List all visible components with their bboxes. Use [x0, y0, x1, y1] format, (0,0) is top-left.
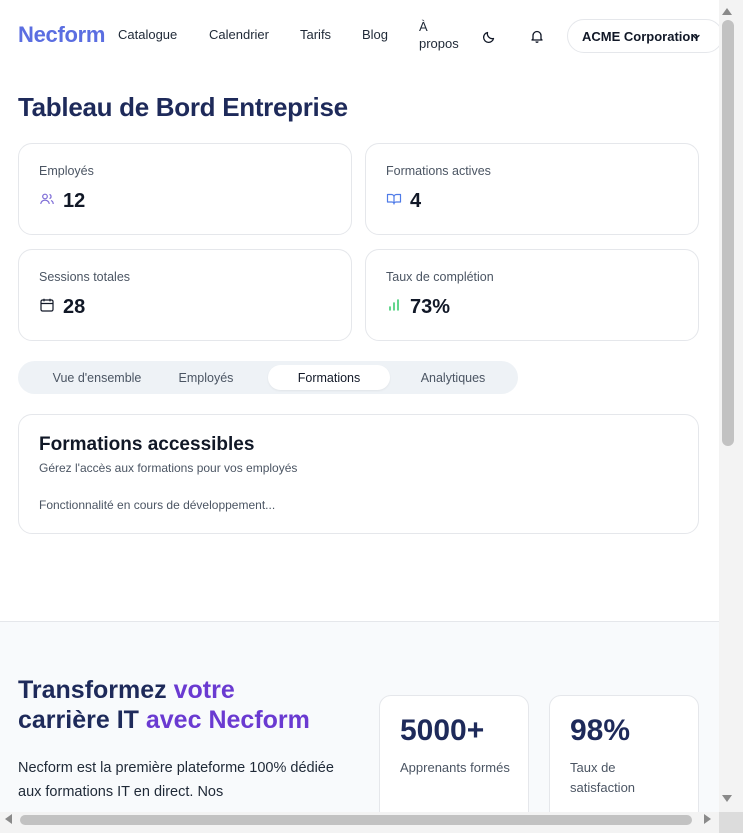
stat-label: Sessions totales	[39, 270, 131, 284]
promo-heading-part: Transformez	[18, 676, 167, 704]
top-navbar: Necform Catalogue Calendrier Tarifs Blog…	[0, 0, 719, 72]
nav-link-tarifs[interactable]: Tarifs	[300, 27, 331, 42]
brand-logo[interactable]: Necform	[18, 22, 105, 48]
stat-satisfaction: 98% Taux de satisfaction	[549, 695, 699, 812]
nav-link-calendrier[interactable]: Calendrier	[209, 27, 269, 42]
bell-icon[interactable]	[529, 28, 545, 44]
stat-value: 4	[410, 190, 422, 212]
stat-learners: 5000+ Apprenants formés	[379, 695, 529, 812]
scrollbar-corner	[719, 812, 743, 833]
panel-title: Formations accessibles	[39, 434, 255, 455]
moon-icon[interactable]	[482, 28, 498, 44]
bar-chart-icon	[386, 297, 410, 318]
horizontal-scrollbar-thumb[interactable]	[20, 815, 692, 825]
stat-card-employees: Employés 12	[18, 143, 352, 235]
promo-section: Transformez votre carrière IT avec Necfo…	[0, 621, 719, 812]
organization-name: ACME Corporation	[582, 28, 699, 44]
promo-heading: Transformez votre carrière IT avec Necfo…	[18, 675, 358, 735]
tab-employees[interactable]: Employés	[144, 365, 268, 390]
stat-card-active-trainings: Formations actives 4	[365, 143, 699, 235]
stat-value: 73%	[410, 296, 451, 318]
organization-selector[interactable]: ACME Corporation	[567, 19, 719, 53]
tab-trainings[interactable]: Formations	[268, 365, 390, 390]
vertical-scrollbar-thumb[interactable]	[722, 20, 734, 446]
stat-value: 12	[63, 190, 86, 212]
users-icon	[39, 191, 63, 212]
panel-subtitle: Gérez l'accès aux formations pour vos em…	[39, 461, 298, 475]
calendar-icon	[39, 297, 63, 318]
page-viewport: Necform Catalogue Calendrier Tarifs Blog…	[0, 0, 719, 812]
nav-link-about[interactable]: À propos	[419, 18, 463, 52]
stat-label: Formations actives	[386, 164, 491, 178]
stat-label: Employés	[39, 164, 94, 178]
scroll-down-arrow-icon[interactable]	[722, 795, 732, 802]
book-open-icon	[386, 191, 410, 212]
stat-number: 98%	[570, 714, 631, 747]
stat-card-completion-rate: Taux de complétion 73%	[365, 249, 699, 341]
promo-heading-part: carrière IT	[18, 706, 139, 734]
stat-card-total-sessions: Sessions totales 28	[18, 249, 352, 341]
stat-value: 28	[63, 296, 86, 318]
page-title: Tableau de Bord Entreprise	[18, 92, 348, 122]
scroll-right-arrow-icon[interactable]	[704, 814, 711, 824]
nav-link-blog[interactable]: Blog	[362, 27, 388, 42]
promo-heading-accent: Necform	[208, 706, 310, 734]
stat-caption: Apprenants formés	[400, 760, 510, 775]
accessible-trainings-panel: Formations accessibles Gérez l'accès aux…	[18, 414, 699, 534]
chevron-down-icon	[690, 31, 702, 43]
promo-heading-accent: avec	[145, 706, 202, 734]
stat-label: Taux de complétion	[386, 270, 494, 284]
stat-caption: Taux de satisfaction	[570, 760, 636, 795]
promo-heading-accent: votre	[173, 676, 235, 704]
promo-paragraph: Necform est la première plateforme 100% …	[18, 760, 334, 800]
dashboard-tabs: Vue d'ensemble Employés Formations Analy…	[18, 361, 518, 394]
nav-link-catalogue[interactable]: Catalogue	[118, 27, 177, 42]
stat-number: 5000+	[400, 714, 485, 747]
scroll-left-arrow-icon[interactable]	[5, 814, 12, 824]
panel-note: Fonctionnalité en cours de développement…	[39, 498, 276, 512]
tab-analytics[interactable]: Analytiques	[392, 365, 514, 390]
scroll-up-arrow-icon[interactable]	[722, 8, 732, 15]
